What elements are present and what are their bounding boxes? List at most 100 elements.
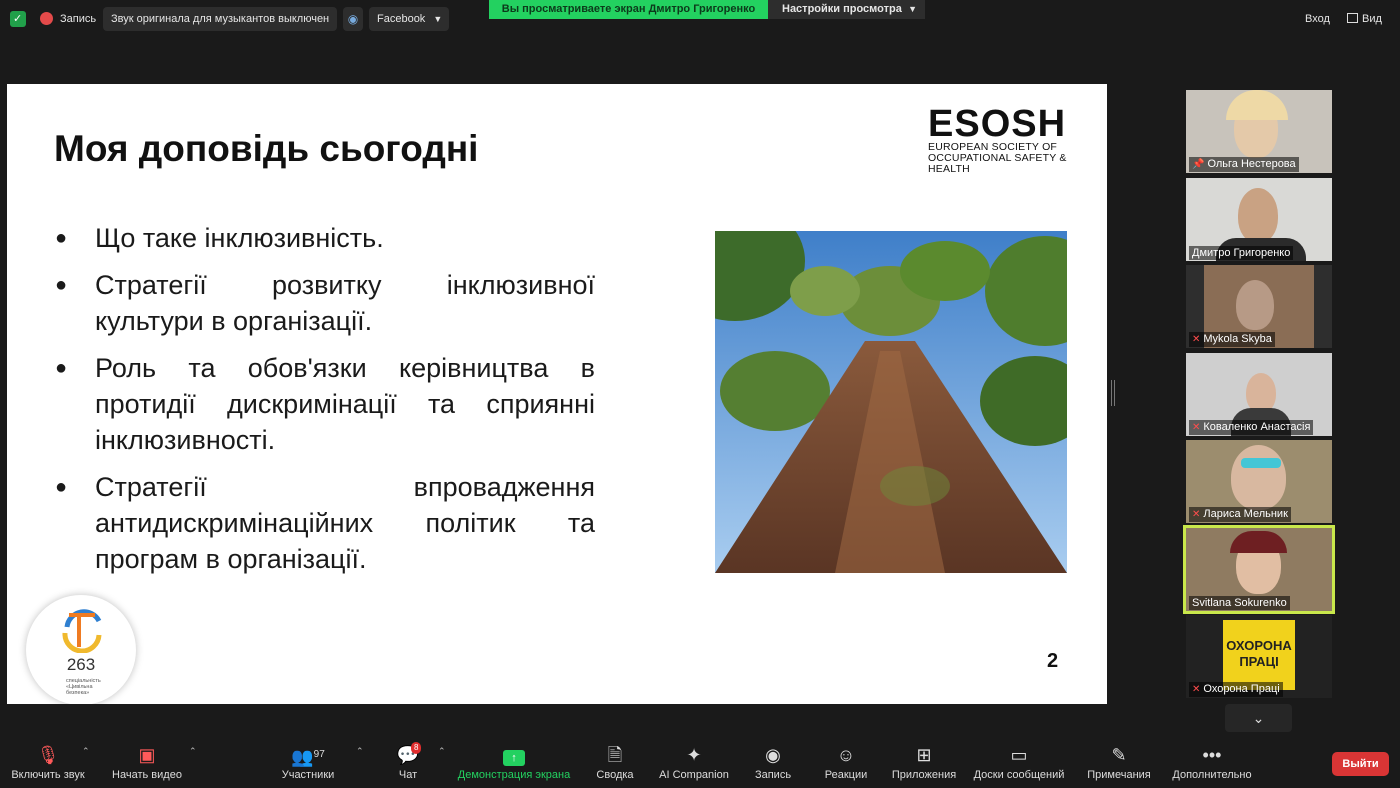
badge-caption: спеціальність «Цивільна безпека» [66,678,101,696]
whiteboards-label: Доски сообщений [973,769,1065,781]
start-video-button[interactable]: ▣ Начать видео [108,740,186,788]
original-audio-button[interactable]: Звук оригинала для музыкантов выключен [103,7,338,31]
participants-options-caret[interactable]: ⌃ [350,740,364,788]
livestream-icon[interactable]: ◉ [343,7,363,31]
notes-icon: ✎ [1111,745,1127,765]
sequoia-photo [715,231,1067,573]
view-button[interactable]: Вид [1347,7,1382,31]
participants-icon: 👥97 [291,747,325,767]
chat-button[interactable]: 💬 8 Чат [392,740,424,788]
badge-number: 263 [66,655,96,674]
ai-companion-button[interactable]: ✦ AI Companion [657,740,731,788]
whiteboard-icon: ▭ [1010,745,1028,765]
participant-name-tag: ✕ Коваленко Анастасія [1189,420,1314,435]
participant-name-tag: 📌 Ольга Нестерова [1189,157,1299,172]
participant-tile[interactable]: ✕ Mykola Skyba [1186,265,1332,348]
logo-main-text: ESOSH [928,103,1067,145]
record-icon: ◉ [765,745,781,765]
chevron-up-icon: ⌃ [82,746,90,756]
enter-button[interactable]: Вход [1305,7,1330,31]
view-options-label: Настройки просмотра [782,3,902,15]
more-label: Дополнительно [1172,769,1252,781]
slide-title: Моя доповідь сьогодні [54,128,479,169]
meeting-toolbar: 🎙 Включить звук ⌃ ▣ Начать видео ⌃ 👥97 У… [0,740,1400,788]
view-label: Вид [1362,13,1382,25]
summary-button[interactable]: 🗎 Сводка [593,740,637,788]
panel-resize-handle[interactable] [1111,380,1115,406]
esosh-logo: ESOSH EUROPEAN SOCIETY OF OCCUPATIONAL S… [928,103,1080,175]
chevron-down-icon: ⌄ [1252,710,1265,726]
participant-name-tag: Svitlana Sokurenko [1189,596,1290,610]
whiteboards-button[interactable]: ▭ Доски сообщений [970,740,1068,788]
shared-screen-slide: Моя доповідь сьогодні ESOSH EUROPEAN SOC… [7,84,1107,704]
participant-tile[interactable]: ✕ Коваленко Анастасія [1186,353,1332,436]
participant-face [1236,280,1274,330]
logo-sub-text-2: OCCUPATIONAL SAFETY & HEALTH [928,152,1067,175]
smiley-icon: ☺ [836,745,856,765]
participant-video [1231,445,1286,510]
participant-name: Дмитро Григоренко [1192,247,1291,259]
bullet-item: Стратегії впровадження антидискримінацій… [55,469,595,577]
participant-video [1246,373,1276,413]
participant-tile[interactable]: ✕ Лариса Мельник [1186,440,1332,523]
more-button[interactable]: ••• Дополнительно [1168,740,1256,788]
mic-off-icon: ✕ [1192,422,1201,433]
share-screen-label: Демонстрация экрана [457,769,571,781]
audio-options-caret[interactable]: ⌃ [76,740,90,788]
more-dots-icon: ••• [1202,745,1222,765]
video-options-caret[interactable]: ⌃ [183,740,197,788]
viewing-screen-banner: Вы просматриваете экран Дмитро Григоренк… [489,0,768,19]
chevron-up-icon: ⌃ [438,746,446,756]
scroll-participants-down-button[interactable]: ⌄ [1225,704,1292,732]
participant-hair [1226,90,1288,120]
participant-tile[interactable]: 📌 Ольга Нестерова [1186,90,1332,173]
livestream-target-label: Facebook [377,13,426,25]
participant-tile-active-speaker[interactable]: Svitlana Sokurenko [1183,525,1335,614]
leave-meeting-button[interactable]: Выйти [1332,752,1389,776]
chat-options-caret[interactable]: ⌃ [432,740,446,788]
reactions-button[interactable]: ☺ Реакции [820,740,872,788]
security-shield-icon[interactable] [10,7,26,31]
sparkle-icon: ✦ [686,745,702,765]
badge-caption-line: безпека» [66,690,90,696]
participant-video [1238,188,1278,243]
pin-icon: 📌 [1192,159,1205,170]
department-badge-logo: 263 спеціальність «Цивільна безпека» [26,595,136,704]
bullet-item: Що таке інклюзивність. [55,220,595,256]
participant-hair [1230,531,1287,553]
mic-off-icon: ✕ [1192,509,1201,520]
record-button[interactable]: ◉ Запись [751,740,795,788]
slide-page-number: 2 [1047,650,1059,672]
participants-label: Участники [281,769,335,781]
summary-icon: 🗎 [607,745,623,765]
participant-tile[interactable]: ОХОРОНА ПРАЦІ ✕ Охорона Праці [1186,615,1332,698]
apps-icon: ⊞ [916,745,932,765]
start-video-label: Начать видео [112,769,182,781]
participant-name: Svitlana Sokurenko [1192,597,1287,609]
participant-name: Ольга Нестерова [1207,158,1296,170]
mic-off-icon: ✕ [1192,334,1201,345]
notes-button[interactable]: ✎ Примечания [1084,740,1154,788]
participant-name-tag: ✕ Mykola Skyba [1189,332,1275,347]
participants-button[interactable]: 👥97 Участники [276,740,340,788]
share-screen-button[interactable]: ↑ Демонстрация экрана [455,740,573,788]
apps-button[interactable]: ⊞ Приложения [889,740,959,788]
participant-name: Коваленко Анастасія [1203,421,1311,433]
mic-off-icon: ✕ [1192,684,1201,695]
bullet-item: Роль та обов'язки керівництва в протидії… [55,350,595,458]
participants-count: 97 [313,749,325,760]
sunglasses-icon [1241,458,1281,468]
chevron-up-icon: ⌃ [189,746,197,756]
ai-companion-label: AI Companion [659,769,729,781]
participant-tile[interactable]: Дмитро Григоренко [1186,178,1332,261]
participant-name: Охорона Праці [1203,683,1280,695]
video-off-icon: ▣ [138,745,156,765]
share-screen-icon: ↑ [455,740,573,768]
recording-label[interactable]: Запись [60,7,96,31]
livestream-target-dropdown[interactable]: Facebook ▼ [369,7,450,31]
top-bar: Запись Звук оригинала для музыкантов вык… [0,0,1400,36]
poster-text: ОХОРОНА [1226,638,1292,653]
view-options-dropdown[interactable]: Настройки просмотра ▼ [768,0,925,19]
participant-name: Лариса Мельник [1203,508,1288,520]
chevron-down-icon: ▼ [908,4,917,14]
